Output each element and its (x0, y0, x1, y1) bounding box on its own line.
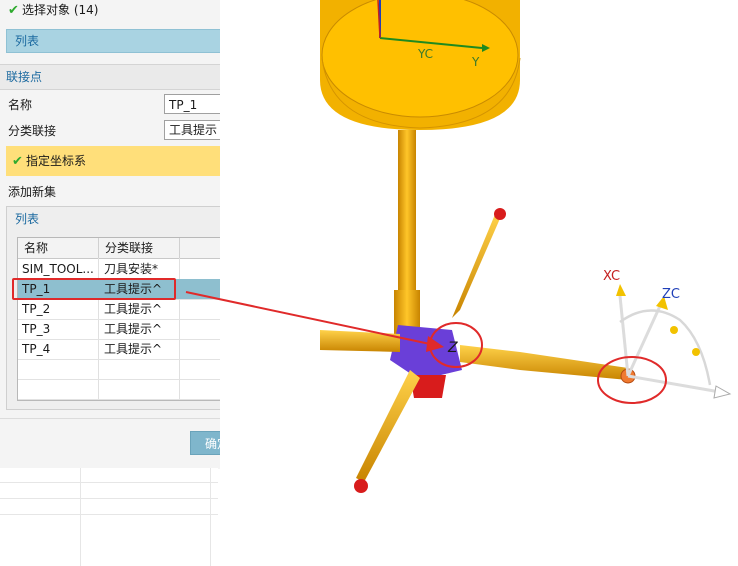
annotation-arrow (185, 291, 444, 352)
